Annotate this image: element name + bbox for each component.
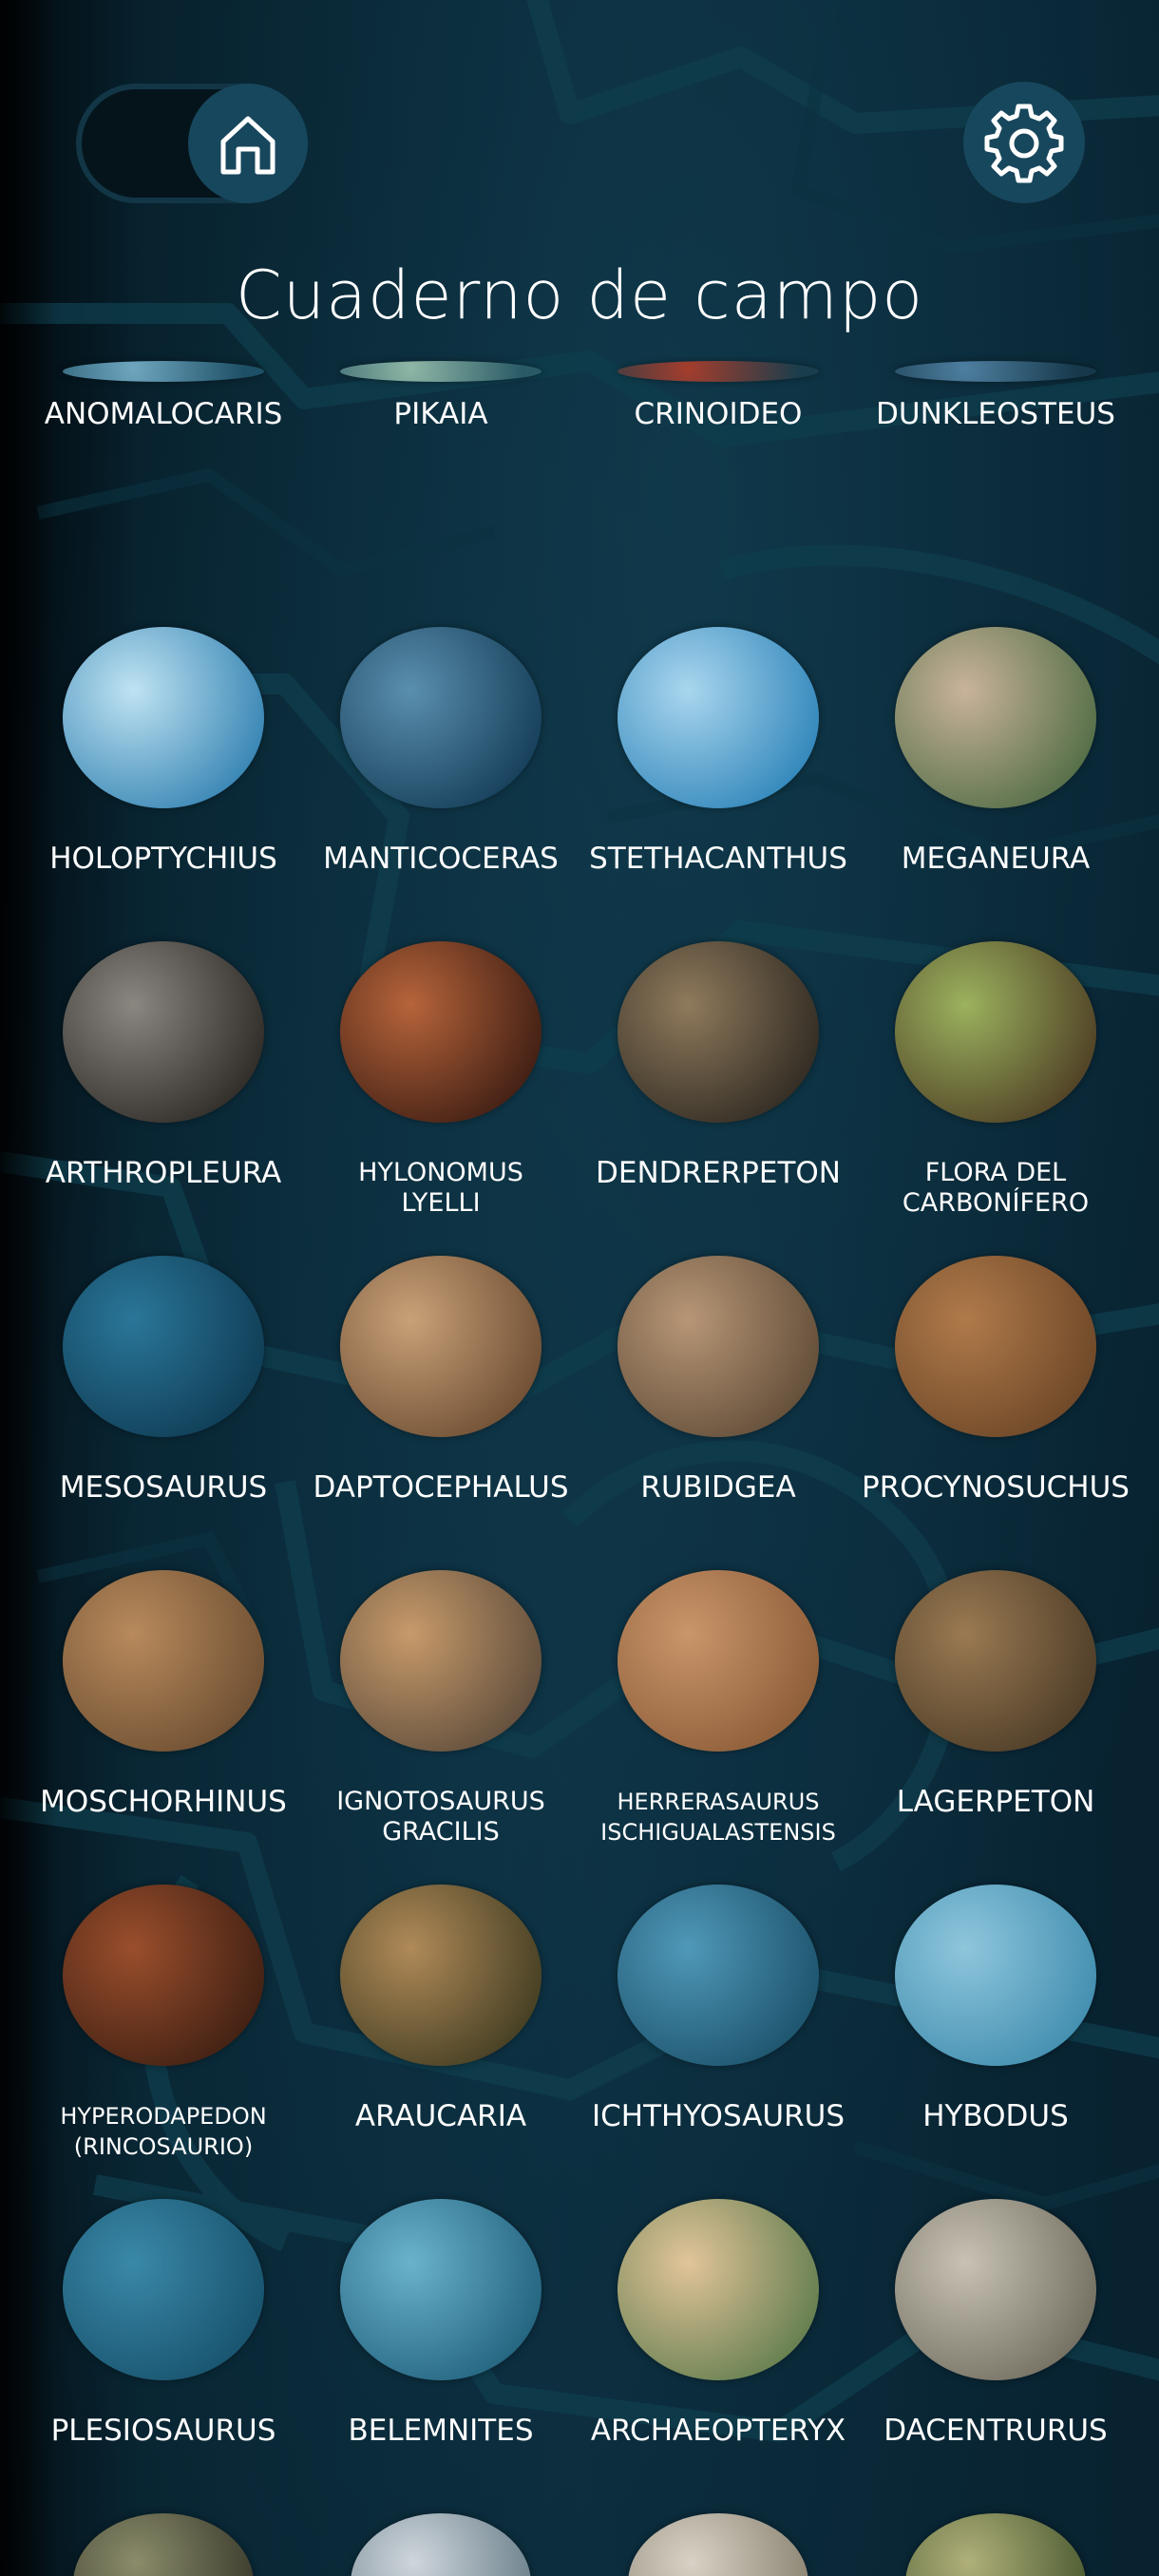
species-thumbnail[interactable] — [618, 627, 819, 808]
species-card[interactable]: LAGERPETON — [857, 1437, 1134, 1817]
species-label: CRINOIDEO — [634, 397, 803, 431]
species-card[interactable]: FLORA DEL CARBONÍFERO — [857, 808, 1134, 1218]
species-thumbnail[interactable] — [618, 941, 819, 1123]
species-card[interactable]: MEGANEURA — [857, 494, 1134, 874]
species-thumbnail[interactable] — [618, 1885, 819, 2066]
species-card[interactable]: MANTICOCERAS — [302, 494, 580, 874]
species-card[interactable]: ARCHAEOPTERYX — [580, 2066, 857, 2446]
species-card[interactable]: PLESIOSAURUS — [25, 2066, 302, 2446]
species-grid: ANOMALOCARIS PIKAIA CRINOIDEO DUNKLEOSTEUS H… — [25, 361, 1146, 2576]
species-thumbnail[interactable] — [628, 2513, 808, 2576]
species-card[interactable]: HYPERODAPEDON (RINCOSAURIO) — [25, 1752, 302, 2160]
home-button[interactable] — [188, 84, 308, 203]
species-thumbnail[interactable] — [895, 1256, 1096, 1437]
species-card[interactable]: HYBODUS — [857, 1752, 1134, 2131]
species-thumbnail[interactable] — [340, 361, 542, 382]
species-card[interactable]: CRINOIDEO — [580, 361, 857, 494]
species-thumbnail[interactable] — [63, 627, 264, 808]
species-thumbnail[interactable] — [618, 2199, 819, 2380]
settings-button[interactable] — [963, 82, 1085, 203]
species-card[interactable]: DUNKLEOSTEUS — [857, 361, 1134, 494]
species-card[interactable] — [302, 2380, 580, 2576]
species-thumbnail[interactable] — [340, 627, 542, 808]
species-thumbnail[interactable] — [340, 2199, 542, 2380]
species-label: DUNKLEOSTEUS — [876, 397, 1115, 431]
species-label: PIKAIA — [393, 397, 488, 431]
page-title: Cuaderno de campo — [235, 256, 924, 334]
species-thumbnail[interactable] — [340, 941, 542, 1123]
species-thumbnail[interactable] — [905, 2513, 1086, 2576]
species-thumbnail[interactable] — [340, 1885, 542, 2066]
species-card[interactable]: RUBIDGEA — [580, 1123, 857, 1503]
species-thumbnail[interactable] — [63, 1570, 264, 1752]
species-card[interactable] — [857, 2380, 1134, 2576]
species-card[interactable]: ARAUCARIA — [302, 1752, 580, 2131]
species-card[interactable]: BELEMNITES — [302, 2066, 580, 2446]
species-thumbnail[interactable] — [618, 1256, 819, 1437]
species-thumbnail[interactable] — [73, 2513, 254, 2576]
species-thumbnail[interactable] — [895, 941, 1096, 1123]
species-card[interactable] — [25, 2380, 302, 2576]
species-card[interactable]: HOLOPTYCHIUS — [25, 494, 302, 874]
species-thumbnail[interactable] — [63, 1885, 264, 2066]
species-card[interactable]: ANOMALOCARIS — [25, 361, 302, 494]
home-icon — [220, 116, 276, 175]
species-thumbnail[interactable] — [340, 1256, 542, 1437]
species-card[interactable]: PROCYNOSUCHUS — [857, 1123, 1134, 1503]
species-thumbnail[interactable] — [895, 627, 1096, 808]
species-card[interactable]: DENDRERPETON — [580, 808, 857, 1188]
species-thumbnail[interactable] — [895, 2199, 1096, 2380]
species-thumbnail[interactable] — [351, 2513, 531, 2576]
species-card[interactable]: IGNOTOSAURUS GRACILIS — [302, 1437, 580, 1847]
species-thumbnail[interactable] — [340, 1570, 542, 1752]
species-card[interactable]: HYLONOMUS LYELLI — [302, 808, 580, 1218]
species-card[interactable]: STETHACANTHUS — [580, 494, 857, 874]
species-card[interactable]: ICHTHYOSAURUS — [580, 1752, 857, 2131]
species-label: ANOMALOCARIS — [44, 397, 283, 431]
species-card[interactable]: HERRERASAURUS ISCHIGUALASTENSIS — [580, 1437, 857, 1846]
species-card[interactable]: MOSCHORHINUS — [25, 1437, 302, 1817]
species-thumbnail[interactable] — [895, 1885, 1096, 2066]
species-thumbnail[interactable] — [618, 1570, 819, 1752]
species-thumbnail[interactable] — [63, 941, 264, 1123]
species-card[interactable]: PIKAIA — [302, 361, 580, 494]
species-card[interactable]: DACENTRURUS — [857, 2066, 1134, 2446]
species-thumbnail[interactable] — [63, 1256, 264, 1437]
species-thumbnail[interactable] — [618, 361, 819, 382]
species-card[interactable]: DAPTOCEPHALUS — [302, 1123, 580, 1503]
species-card[interactable]: MESOSAURUS — [25, 1123, 302, 1503]
species-card[interactable]: ARTHROPLEURA — [25, 808, 302, 1188]
species-thumbnail[interactable] — [895, 361, 1096, 382]
species-thumbnail[interactable] — [63, 361, 264, 382]
species-thumbnail[interactable] — [63, 2199, 264, 2380]
species-card[interactable] — [580, 2380, 857, 2576]
species-thumbnail[interactable] — [895, 1570, 1096, 1752]
gear-icon — [984, 104, 1064, 183]
